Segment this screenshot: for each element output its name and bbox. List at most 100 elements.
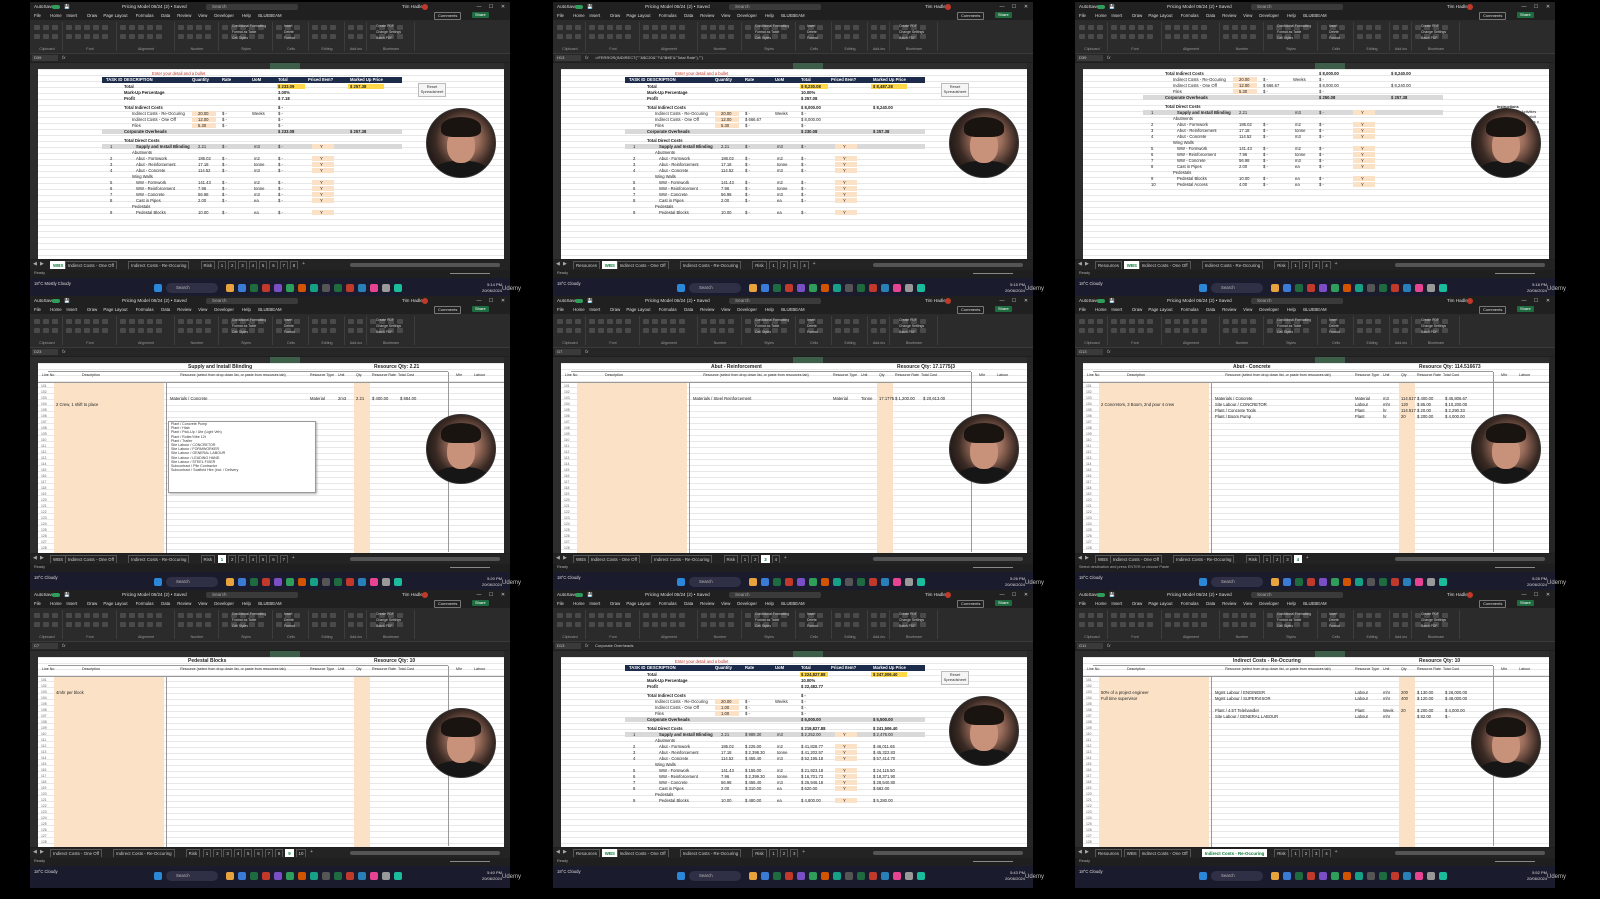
menu-item-draw[interactable]: Draw — [87, 600, 97, 608]
ribbon-button[interactable] — [566, 328, 572, 333]
ribbon-button[interactable] — [1223, 25, 1229, 30]
cells-item[interactable]: Format — [807, 624, 818, 629]
ribbon-button[interactable] — [321, 613, 327, 618]
ribbon-button[interactable] — [75, 622, 81, 627]
ribbon-button[interactable] — [205, 25, 211, 30]
bluebeam-item[interactable]: Create PDF — [376, 318, 394, 323]
taskbar-app-icon[interactable] — [809, 284, 817, 292]
ribbon-button[interactable] — [566, 613, 572, 618]
taskbar-app-icon[interactable] — [1415, 284, 1423, 292]
ribbon-button[interactable] — [43, 328, 49, 333]
menu-item-file[interactable]: File — [1079, 12, 1086, 20]
sheet-tab[interactable]: 3 — [1312, 849, 1321, 857]
ribbon-button[interactable] — [178, 25, 184, 30]
ribbon-button[interactable] — [120, 25, 126, 30]
taskbar-app-icon[interactable] — [773, 872, 781, 880]
ribbon-button[interactable] — [871, 25, 877, 30]
menu-item-bluebeam[interactable]: BLUEBEAM — [781, 600, 804, 608]
comments-button[interactable]: Comments — [957, 306, 985, 314]
ribbon-button[interactable] — [34, 622, 40, 627]
ribbon-button[interactable] — [93, 319, 99, 324]
name-box[interactable]: G11 — [1077, 643, 1103, 649]
ribbon-button[interactable] — [880, 34, 886, 39]
ribbon-button[interactable] — [196, 328, 202, 333]
ribbon-button[interactable] — [728, 328, 734, 333]
styles-item[interactable]: Format as Table — [232, 324, 256, 329]
sheet-tab[interactable]: WBS — [1123, 261, 1140, 269]
ribbon-button[interactable] — [75, 613, 81, 618]
priced-cell[interactable] — [835, 156, 857, 161]
windows-start-icon[interactable] — [1199, 578, 1207, 586]
menu-item-help[interactable]: Help — [765, 12, 774, 20]
ribbon-button[interactable] — [598, 34, 604, 39]
priced-cell[interactable] — [835, 210, 857, 215]
ribbon-button[interactable] — [294, 613, 300, 618]
ribbon-button[interactable] — [1097, 319, 1103, 324]
ribbon-button[interactable] — [330, 34, 336, 39]
ribbon-button[interactable] — [66, 328, 72, 333]
taskbar-app-icon[interactable] — [322, 284, 330, 292]
ribbon-button[interactable] — [321, 25, 327, 30]
styles-item[interactable]: Format as Table — [1277, 618, 1301, 623]
ribbon-button[interactable] — [222, 319, 228, 324]
ribbon-button[interactable] — [625, 613, 631, 618]
styles-item[interactable]: Cell Styles — [232, 624, 248, 629]
weather-widget[interactable]: 18°C Cloudy — [557, 281, 581, 287]
ribbon-button[interactable] — [670, 34, 676, 39]
menu-item-formulas[interactable]: Formulas — [136, 600, 154, 608]
taskbar-app-icon[interactable] — [1343, 872, 1351, 880]
ribbon-button[interactable] — [52, 613, 58, 618]
weather-widget[interactable]: 18°C Cloudy — [557, 869, 581, 875]
menu-item-file[interactable]: File — [34, 600, 41, 608]
sheet-tab[interactable]: 2 — [228, 555, 237, 563]
taskbar-app-icon[interactable] — [298, 872, 306, 880]
search-input[interactable]: Search — [1251, 298, 1343, 304]
ribbon-button[interactable] — [66, 319, 72, 324]
bluebeam-item[interactable]: Change Settings — [1421, 324, 1446, 329]
sheet-tab[interactable]: 3 — [790, 261, 799, 269]
ribbon-button[interactable] — [607, 34, 613, 39]
ribbon-button[interactable] — [75, 34, 81, 39]
ribbon-button[interactable] — [661, 319, 667, 324]
taskbar-app-icon[interactable] — [881, 872, 889, 880]
ribbon-button[interactable] — [1147, 328, 1153, 333]
ribbon-button[interactable] — [1183, 25, 1189, 30]
menu-item-insert[interactable]: Insert — [589, 306, 600, 314]
ribbon-button[interactable] — [745, 34, 751, 39]
add-sheet-button[interactable]: + — [310, 849, 313, 855]
autosave-toggle[interactable] — [1097, 5, 1105, 9]
ribbon-button[interactable] — [719, 319, 725, 324]
sheet-tab[interactable]: Resources — [1095, 261, 1122, 269]
ribbon-button[interactable] — [357, 319, 363, 324]
cells-item[interactable]: Insert — [807, 612, 815, 617]
ribbon-button[interactable] — [1303, 34, 1309, 39]
cells-item[interactable]: Insert — [1329, 318, 1337, 323]
sheet-tab[interactable]: Indirect Costs - Re-Occuring — [679, 849, 742, 857]
taskbar-app-icon[interactable] — [785, 578, 793, 586]
bluebeam-item[interactable]: Create PDF — [1421, 24, 1439, 29]
ribbon-button[interactable] — [1088, 34, 1094, 39]
ribbon-button[interactable] — [575, 328, 581, 333]
close-button[interactable]: ✕ — [1021, 296, 1031, 306]
ribbon-button[interactable] — [1111, 328, 1117, 333]
sheet-tab[interactable]: Indirect Costs - One Off — [587, 555, 640, 563]
taskbar-app-icon[interactable] — [1415, 872, 1423, 880]
weather-widget[interactable]: 18°C Cloudy — [34, 575, 58, 581]
ribbon-button[interactable] — [616, 613, 622, 618]
sheet-tab[interactable]: 4 — [1322, 849, 1331, 857]
taskbar-app-icon[interactable] — [346, 284, 354, 292]
sheet-tab[interactable]: 9 — [285, 849, 294, 857]
horizontal-scrollbar[interactable] — [1395, 263, 1545, 267]
tab-scroll-left[interactable]: ◀ — [1078, 555, 1082, 561]
ribbon-button[interactable] — [1321, 319, 1327, 324]
tab-scroll-right[interactable]: ▶ — [1085, 849, 1089, 855]
ribbon-button[interactable] — [1375, 25, 1381, 30]
taskbar-app-icon[interactable] — [797, 578, 805, 586]
ribbon-button[interactable] — [1232, 319, 1238, 324]
taskbar-app-icon[interactable] — [1343, 284, 1351, 292]
menu-item-review[interactable]: Review — [1222, 306, 1236, 314]
ribbon-button[interactable] — [679, 25, 685, 30]
ribbon-button[interactable] — [102, 613, 108, 618]
bluebeam-item[interactable]: Change Settings — [376, 30, 401, 35]
sheet-tab[interactable]: Risk — [723, 555, 739, 563]
